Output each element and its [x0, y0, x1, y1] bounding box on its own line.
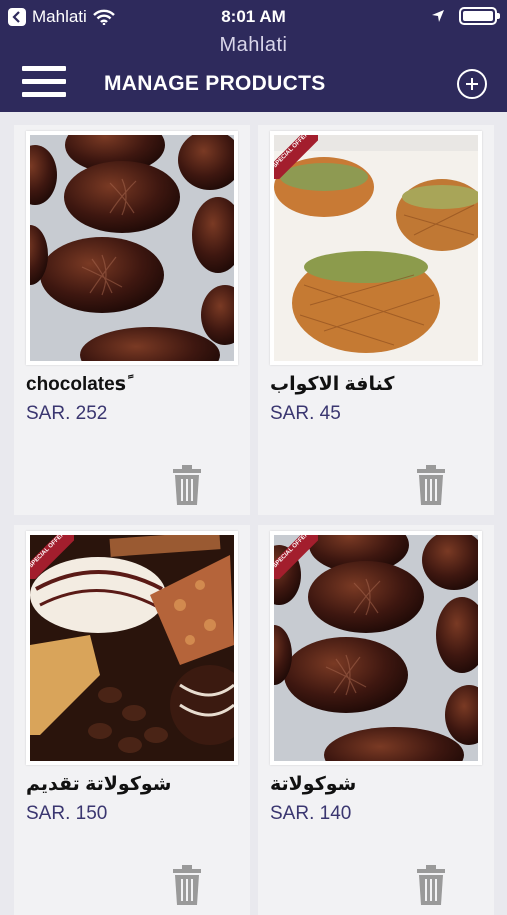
page-title: MANAGE PRODUCTS	[104, 72, 326, 95]
special-offer-ribbon: SPECIAL OFFER	[30, 535, 74, 579]
kunafa-cups-photo: SPECIAL OFFER	[270, 131, 482, 365]
product-price: SAR. 140	[270, 803, 352, 824]
trash-icon[interactable]	[172, 865, 202, 905]
product-price: SAR. 252	[26, 403, 108, 424]
app-name: Mahlati	[219, 34, 288, 56]
product-card[interactable]: SPECIAL OFFER كنافة الاكواب SAR. 45	[258, 125, 494, 515]
battery-icon	[459, 7, 500, 25]
product-grid: chocolatesً SAR. 252 SPECIAL OFFER كنافة…	[14, 125, 494, 915]
trash-icon[interactable]	[416, 865, 446, 905]
product-card[interactable]: SPECIAL OFFER شوكولاتة تقديم SAR. 150	[14, 525, 250, 915]
trash-icon[interactable]	[416, 465, 446, 505]
nav-bar: Mahlati MANAGE PRODUCTS	[0, 34, 507, 112]
chocolate-swirl-photo	[26, 131, 238, 365]
special-offer-ribbon: SPECIAL OFFER	[274, 135, 318, 179]
product-price: SAR. 45	[270, 403, 341, 424]
product-card[interactable]: SPECIAL OFFER شوكولاتة SAR. 140	[258, 525, 494, 915]
add-circle-icon[interactable]	[457, 69, 487, 99]
product-card[interactable]: chocolatesً SAR. 252	[14, 125, 250, 515]
product-price: SAR. 150	[26, 803, 108, 824]
product-name: كنافة الاكواب	[270, 374, 395, 395]
chocolate-swirl-photo: SPECIAL OFFER	[270, 531, 482, 765]
chocolate-assortment-photo: SPECIAL OFFER	[26, 531, 238, 765]
product-name: chocolatesً	[26, 374, 127, 395]
special-offer-ribbon: SPECIAL OFFER	[274, 535, 318, 579]
location-arrow-icon	[432, 10, 444, 22]
product-name: شوكولاتة	[270, 774, 357, 795]
hamburger-menu-icon[interactable]	[22, 66, 66, 98]
trash-icon[interactable]	[172, 465, 202, 505]
product-name: شوكولاتة تقديم	[26, 774, 172, 795]
status-right	[431, 7, 500, 25]
status-bar: Mahlati 8:01 AM	[0, 0, 507, 34]
